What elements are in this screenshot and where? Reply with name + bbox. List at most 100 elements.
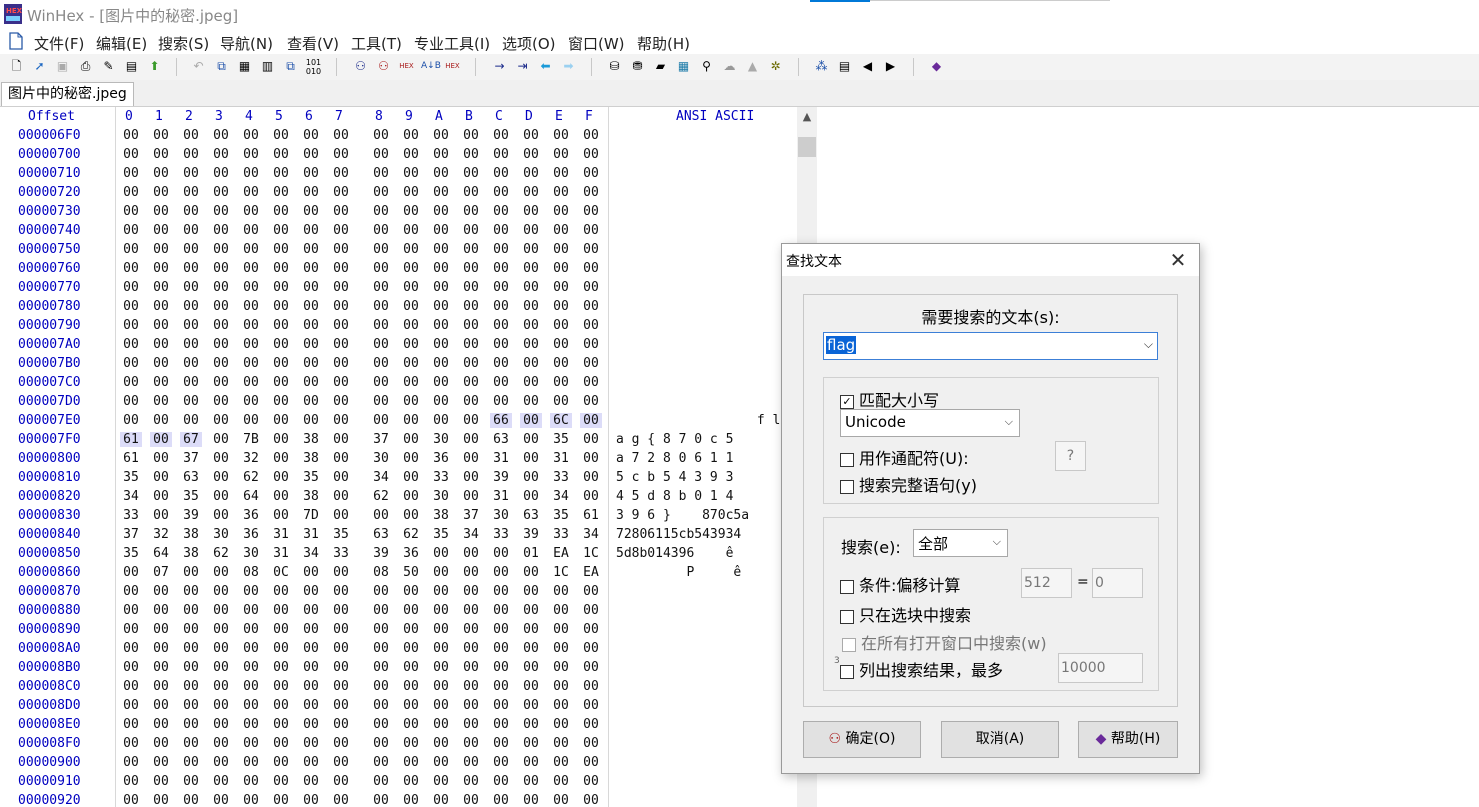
hex-byte[interactable]: 00: [580, 774, 602, 789]
hex-byte[interactable]: 00: [370, 413, 392, 428]
hex-byte[interactable]: 00: [490, 736, 512, 751]
hex-byte[interactable]: 00: [370, 584, 392, 599]
hex-byte[interactable]: 00: [400, 489, 422, 504]
hex-byte[interactable]: 00: [240, 166, 262, 181]
hex-byte[interactable]: 00: [270, 489, 292, 504]
hex-byte[interactable]: 00: [210, 679, 232, 694]
hex-byte[interactable]: 00: [210, 318, 232, 333]
hex-byte[interactable]: 00: [430, 261, 452, 276]
hex-byte[interactable]: 00: [460, 755, 482, 770]
hex-byte[interactable]: 00: [580, 622, 602, 637]
hex-byte[interactable]: 00: [150, 755, 172, 770]
hex-byte[interactable]: 00: [270, 261, 292, 276]
hex-byte[interactable]: 00: [550, 736, 572, 751]
hex-byte[interactable]: 00: [550, 261, 572, 276]
hex-byte[interactable]: 00: [240, 584, 262, 599]
hex-byte[interactable]: 00: [490, 394, 512, 409]
hex-byte[interactable]: 00: [520, 356, 542, 371]
hex-byte[interactable]: 00: [460, 717, 482, 732]
hex-byte[interactable]: 00: [300, 698, 322, 713]
hex-byte[interactable]: 00: [150, 736, 172, 751]
hex-byte[interactable]: 00: [150, 223, 172, 238]
hex-byte[interactable]: 00: [330, 337, 352, 352]
hex-byte[interactable]: 00: [300, 337, 322, 352]
hex-byte[interactable]: 00: [330, 603, 352, 618]
hex-byte[interactable]: 00: [120, 318, 142, 333]
menu-search[interactable]: 搜索(S): [158, 33, 209, 54]
hex-byte[interactable]: 31: [550, 451, 572, 466]
hex-byte[interactable]: 00: [120, 147, 142, 162]
forward-icon[interactable]: ➡: [560, 58, 577, 75]
hash-icon[interactable]: ☁: [721, 58, 738, 75]
hex-byte[interactable]: 00: [490, 147, 512, 162]
properties-icon[interactable]: ✎: [100, 58, 117, 75]
hex-byte[interactable]: 64: [240, 489, 262, 504]
hex-byte[interactable]: 00: [240, 299, 262, 314]
hex-byte[interactable]: 00: [550, 356, 572, 371]
hex-byte[interactable]: 00: [300, 793, 322, 807]
hex-byte[interactable]: 00: [330, 204, 352, 219]
hex-byte[interactable]: 00: [240, 793, 262, 807]
hex-byte[interactable]: 00: [180, 185, 202, 200]
hex-byte[interactable]: 00: [150, 451, 172, 466]
hex-byte[interactable]: 00: [520, 755, 542, 770]
hex-byte[interactable]: 00: [550, 603, 572, 618]
hex-byte[interactable]: 00: [210, 717, 232, 732]
hex-byte[interactable]: 00: [370, 394, 392, 409]
hex-byte[interactable]: 00: [210, 261, 232, 276]
hex-byte[interactable]: 35: [180, 489, 202, 504]
hex-byte[interactable]: 00: [460, 204, 482, 219]
hex-editor[interactable]: Offset 000006F0 00000700 00000710 00000720 0…: [0, 107, 797, 807]
hex-byte[interactable]: 00: [490, 622, 512, 637]
hex-byte[interactable]: 00: [180, 641, 202, 656]
hex-byte[interactable]: 00: [330, 584, 352, 599]
hex-byte[interactable]: 61: [120, 451, 142, 466]
hex-byte[interactable]: 00: [330, 394, 352, 409]
close-icon[interactable]: ✕: [1165, 247, 1191, 273]
menu-help[interactable]: 帮助(H): [637, 33, 690, 54]
search-text-value[interactable]: flag: [826, 336, 857, 354]
hex-byte[interactable]: 00: [550, 717, 572, 732]
hex-byte[interactable]: 00: [580, 736, 602, 751]
hex-byte[interactable]: 0C: [270, 565, 292, 580]
hex-byte[interactable]: 00: [550, 299, 572, 314]
hex-byte[interactable]: 00: [300, 622, 322, 637]
find-icon[interactable]: ⚇: [352, 58, 369, 75]
hex-byte[interactable]: 00: [430, 413, 452, 428]
ascii-column[interactable]: ANSI ASCII f l a g { 8 7 0 c 5 a 7 2 8 0 6…: [609, 107, 797, 807]
hex-byte[interactable]: 00: [550, 774, 572, 789]
hex-byte[interactable]: 00: [180, 413, 202, 428]
hex-byte[interactable]: 00: [490, 375, 512, 390]
hex-byte[interactable]: 00: [330, 128, 352, 143]
hex-byte[interactable]: 00: [460, 166, 482, 181]
hex-byte[interactable]: 00: [460, 280, 482, 295]
hex-byte[interactable]: 00: [520, 774, 542, 789]
wildcard-option[interactable]: 用作通配符(U):: [840, 445, 969, 469]
hex-byte[interactable]: 00: [400, 660, 422, 675]
hex-byte[interactable]: 00: [300, 318, 322, 333]
hex-byte[interactable]: 00: [520, 698, 542, 713]
hex-byte[interactable]: 00: [150, 603, 172, 618]
hex-byte[interactable]: 31: [490, 489, 512, 504]
hex-byte[interactable]: 00: [580, 318, 602, 333]
calc-icon[interactable]: ▦: [675, 58, 692, 75]
hex-byte[interactable]: 36: [240, 527, 262, 542]
hex-byte[interactable]: 00: [270, 622, 292, 637]
next-icon[interactable]: ▶: [882, 58, 899, 75]
hex-byte[interactable]: 00: [240, 736, 262, 751]
hex-byte[interactable]: 00: [490, 603, 512, 618]
hex-byte[interactable]: 00: [180, 793, 202, 807]
hex-byte[interactable]: 00: [120, 584, 142, 599]
hex-byte[interactable]: 00: [150, 375, 172, 390]
hex-byte[interactable]: 00: [210, 166, 232, 181]
menu-pro-tools[interactable]: 专业工具(I): [414, 33, 490, 54]
hex-byte[interactable]: 00: [150, 432, 172, 447]
hex-byte[interactable]: 00: [430, 242, 452, 257]
hex-byte[interactable]: 00: [180, 356, 202, 371]
hex-byte[interactable]: 39: [370, 546, 392, 561]
hex-byte[interactable]: 31: [270, 527, 292, 542]
hex-byte[interactable]: 00: [550, 394, 572, 409]
hex-byte[interactable]: 00: [240, 128, 262, 143]
hex-byte[interactable]: 00: [240, 622, 262, 637]
search-text-input[interactable]: flag ⌵: [823, 332, 1158, 360]
